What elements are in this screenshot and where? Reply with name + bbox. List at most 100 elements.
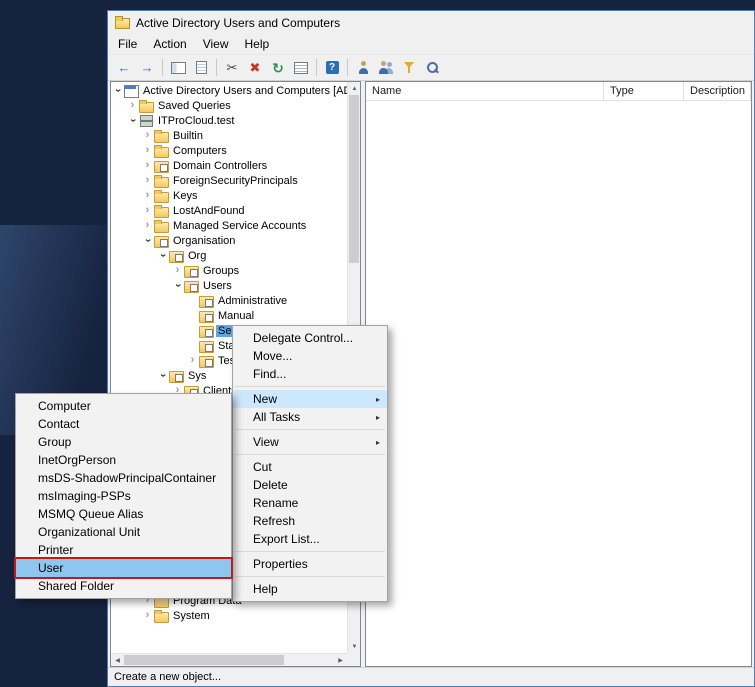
- context-menu-item-view[interactable]: View▸: [233, 433, 387, 451]
- chevron-expanded-icon[interactable]: ›: [127, 115, 138, 126]
- chevron-collapsed-icon[interactable]: ›: [172, 265, 183, 276]
- submenu-item-shared-folder[interactable]: Shared Folder: [16, 577, 231, 595]
- tree-item-itprocloud-test[interactable]: ›ITProCloud.test: [111, 113, 347, 128]
- submenu-item-user[interactable]: User: [16, 559, 231, 577]
- submenu-item-computer[interactable]: Computer: [16, 397, 231, 415]
- menu-help[interactable]: Help: [237, 34, 278, 54]
- horizontal-scroll-thumb[interactable]: [124, 655, 284, 665]
- refresh-button[interactable]: ↻: [267, 57, 289, 79]
- scroll-up-icon[interactable]: ▲: [348, 82, 361, 95]
- menu-item-label: Rename: [253, 496, 298, 510]
- chevron-collapsed-icon[interactable]: ›: [142, 220, 153, 231]
- context-menu-item-delegate-control[interactable]: Delegate Control...: [233, 329, 387, 347]
- create-new-user-button[interactable]: [352, 57, 374, 79]
- context-menu-item-cut[interactable]: Cut: [233, 458, 387, 476]
- scroll-down-icon[interactable]: ▼: [348, 640, 361, 653]
- chevron-expanded-icon[interactable]: ›: [112, 85, 123, 96]
- scroll-left-icon[interactable]: ◀: [111, 654, 124, 667]
- submenu-arrow-icon: ▸: [376, 413, 380, 422]
- tree-horizontal-scrollbar[interactable]: ◀ ▶: [111, 653, 347, 666]
- tree-item-saved-queries[interactable]: ›Saved Queries: [111, 98, 347, 113]
- column-header-description[interactable]: Description: [684, 82, 751, 100]
- set-filter-button[interactable]: [398, 57, 420, 79]
- context-menu-item-rename[interactable]: Rename: [233, 494, 387, 512]
- context-menu-item-all-tasks[interactable]: All Tasks▸: [233, 408, 387, 426]
- menu-separator: [235, 551, 385, 552]
- help-button[interactable]: ?: [321, 57, 343, 79]
- tree-item-system[interactable]: ›System: [111, 608, 347, 623]
- submenu-item-contact[interactable]: Contact: [16, 415, 231, 433]
- title-bar[interactable]: Active Directory Users and Computers: [108, 11, 754, 34]
- tree-item-label: Sys: [186, 370, 208, 382]
- show-hide-console-tree-button[interactable]: [167, 57, 189, 79]
- chevron-collapsed-icon[interactable]: ›: [142, 130, 153, 141]
- vertical-scroll-thumb[interactable]: [349, 95, 359, 263]
- context-menu-item-new[interactable]: New▸: [233, 390, 387, 408]
- menu-view[interactable]: View: [195, 34, 237, 54]
- aduc-app-icon: [115, 16, 130, 29]
- context-menu-item-export-list[interactable]: Export List...: [233, 530, 387, 548]
- tree-item-users[interactable]: ›Users: [111, 278, 347, 293]
- forward-button[interactable]: →: [136, 57, 158, 79]
- tree-item-org[interactable]: ›Org: [111, 248, 347, 263]
- ou-icon: [199, 339, 213, 352]
- chevron-collapsed-icon[interactable]: ›: [142, 175, 153, 186]
- column-header-type[interactable]: Type: [604, 82, 684, 100]
- submenu-item-inetorgperson[interactable]: InetOrgPerson: [16, 451, 231, 469]
- tree-item-keys[interactable]: ›Keys: [111, 188, 347, 203]
- tree-item-active-directory-users-and-computers-ads[interactable]: ›Active Directory Users and Computers [A…: [111, 83, 347, 98]
- context-menu-item-help[interactable]: Help: [233, 580, 387, 598]
- menu-item-label: Shared Folder: [38, 579, 114, 593]
- tree-item-lostandfound[interactable]: ›LostAndFound: [111, 203, 347, 218]
- tree-item-label: Administrative: [216, 295, 289, 307]
- submenu-item-printer[interactable]: Printer: [16, 541, 231, 559]
- object-list-body[interactable]: [366, 101, 751, 666]
- chevron-collapsed-icon[interactable]: ›: [142, 190, 153, 201]
- tree-item-manual[interactable]: ›Manual: [111, 308, 347, 323]
- context-menu-item-refresh[interactable]: Refresh: [233, 512, 387, 530]
- delete-button[interactable]: ✖: [244, 57, 266, 79]
- chevron-collapsed-icon[interactable]: ›: [187, 355, 198, 366]
- export-list-button[interactable]: [290, 57, 312, 79]
- chevron-collapsed-icon[interactable]: ›: [142, 610, 153, 621]
- chevron-collapsed-icon[interactable]: ›: [142, 160, 153, 171]
- tree-item-managed-service-accounts[interactable]: ›Managed Service Accounts: [111, 218, 347, 233]
- tree-item-groups[interactable]: ›Groups: [111, 263, 347, 278]
- context-menu-item-properties[interactable]: Properties: [233, 555, 387, 573]
- back-button[interactable]: ←: [113, 57, 135, 79]
- chevron-collapsed-icon[interactable]: ›: [142, 145, 153, 156]
- chevron-expanded-icon[interactable]: ›: [172, 280, 183, 291]
- tree-item-organisation[interactable]: ›Organisation: [111, 233, 347, 248]
- properties-button[interactable]: [190, 57, 212, 79]
- ou-icon: [154, 234, 168, 247]
- tree-item-domain-controllers[interactable]: ›Domain Controllers: [111, 158, 347, 173]
- cut-button[interactable]: ✂: [221, 57, 243, 79]
- chevron-expanded-icon[interactable]: ›: [157, 250, 168, 261]
- chevron-expanded-icon[interactable]: ›: [142, 235, 153, 246]
- submenu-item-msmq-queue-alias[interactable]: MSMQ Queue Alias: [16, 505, 231, 523]
- chevron-expanded-icon[interactable]: ›: [157, 370, 168, 381]
- scroll-right-icon[interactable]: ▶: [334, 654, 347, 667]
- ou-icon: [154, 159, 168, 172]
- menu-action[interactable]: Action: [145, 34, 194, 54]
- context-menu-item-move[interactable]: Move...: [233, 347, 387, 365]
- tree-item-administrative[interactable]: ›Administrative: [111, 293, 347, 308]
- menu-item-label: Move...: [253, 349, 292, 363]
- context-menu-item-find[interactable]: Find...: [233, 365, 387, 383]
- submenu-item-msimaging-psps[interactable]: msImaging-PSPs: [16, 487, 231, 505]
- menu-file[interactable]: File: [110, 34, 145, 54]
- find-button[interactable]: [421, 57, 443, 79]
- back-arrow-icon: ←: [118, 61, 131, 74]
- help-icon: ?: [326, 61, 339, 74]
- tree-item-foreignsecurityprincipals[interactable]: ›ForeignSecurityPrincipals: [111, 173, 347, 188]
- tree-item-computers[interactable]: ›Computers: [111, 143, 347, 158]
- tree-item-builtin[interactable]: ›Builtin: [111, 128, 347, 143]
- chevron-collapsed-icon[interactable]: ›: [127, 100, 138, 111]
- submenu-item-msds-shadowprincipalcontainer[interactable]: msDS-ShadowPrincipalContainer: [16, 469, 231, 487]
- column-header-name[interactable]: Name: [366, 82, 604, 100]
- submenu-item-organizational-unit[interactable]: Organizational Unit: [16, 523, 231, 541]
- create-new-group-button[interactable]: [375, 57, 397, 79]
- submenu-item-group[interactable]: Group: [16, 433, 231, 451]
- chevron-collapsed-icon[interactable]: ›: [142, 205, 153, 216]
- context-menu-item-delete[interactable]: Delete: [233, 476, 387, 494]
